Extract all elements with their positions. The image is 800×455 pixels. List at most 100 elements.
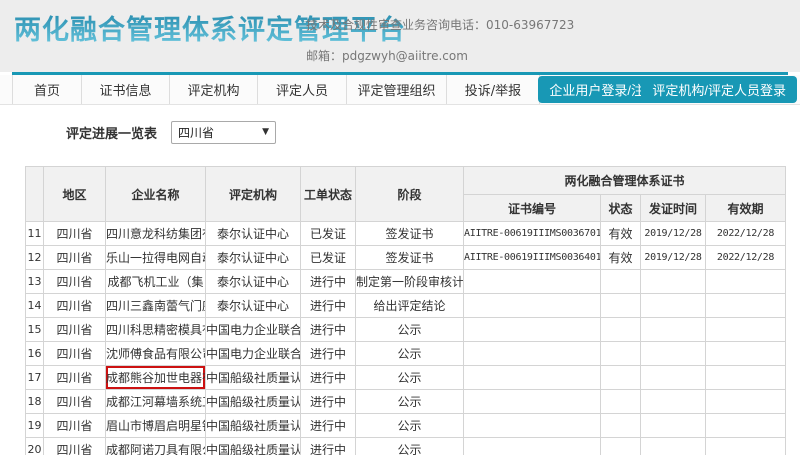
row-number: 15 xyxy=(26,318,44,342)
cert-no-cell xyxy=(464,414,601,438)
col-header-agency: 评定机构 xyxy=(206,167,301,222)
phase-cell: 制定第一阶段审核计 xyxy=(356,270,464,294)
col-header-issue-date: 发证时间 xyxy=(641,195,706,222)
order-status-cell: 进行中 xyxy=(301,366,356,390)
cert-status-cell: 有效 xyxy=(601,246,641,270)
phase-cell: 公示 xyxy=(356,414,464,438)
valid-until-cell xyxy=(706,438,786,455)
nav-item-2[interactable]: 评定机构 xyxy=(170,75,258,104)
phase-cell: 公示 xyxy=(356,390,464,414)
phase-cell: 公示 xyxy=(356,366,464,390)
agency-cell: 中国船级社质量认证 xyxy=(206,438,301,455)
agency-cell: 中国电力企业联合会 xyxy=(206,342,301,366)
region-cell: 四川省 xyxy=(44,294,106,318)
filter-row: 评定进展一览表 四川省 ▼ xyxy=(66,119,800,145)
nav-item-4[interactable]: 评定管理组织 xyxy=(347,75,447,104)
company-cell: 成都江河幕墙系统工 xyxy=(106,390,206,414)
assessor-login-button[interactable]: 评定机构/评定人员登录 xyxy=(641,76,797,103)
region-cell: 四川省 xyxy=(44,414,106,438)
row-number-header xyxy=(26,167,44,222)
agency-cell: 中国电力企业联合会 xyxy=(206,318,301,342)
agency-cell: 泰尔认证中心 xyxy=(206,294,301,318)
order-status-cell: 进行中 xyxy=(301,342,356,366)
issue-date-cell xyxy=(641,318,706,342)
agency-cell: 中国船级社质量认证 xyxy=(206,366,301,390)
agency-cell: 泰尔认证中心 xyxy=(206,246,301,270)
province-select[interactable]: 四川省 ▼ xyxy=(171,121,276,144)
row-number: 11 xyxy=(26,222,44,246)
table-row: 13四川省成都飞机工业（集泰尔认证中心进行中制定第一阶段审核计 xyxy=(26,270,786,294)
phase-cell: 公示 xyxy=(356,342,464,366)
table-row: 12四川省乐山一拉得电网自动泰尔认证中心已发证签发证书AIITRE-00619I… xyxy=(26,246,786,270)
cert-group-header: 两化融合管理体系证书 xyxy=(464,167,786,195)
valid-until-cell xyxy=(706,342,786,366)
nav-item-1[interactable]: 证书信息 xyxy=(82,75,170,104)
cert-status-cell xyxy=(601,270,641,294)
issue-date-cell: 2019/12/28 xyxy=(641,222,706,246)
col-header-order-status: 工单状态 xyxy=(301,167,356,222)
col-header-valid-until: 有效期 xyxy=(706,195,786,222)
col-header-cert-no: 证书编号 xyxy=(464,195,601,222)
issue-date-cell: 2019/12/28 xyxy=(641,246,706,270)
row-number: 18 xyxy=(26,390,44,414)
cert-no-cell xyxy=(464,342,601,366)
company-cell: 四川三鑫南蕾气门座 xyxy=(106,294,206,318)
page-header: 两化融合管理体系评定管理平台 两化融合管理体系评定管理平台 技术及合规性审查业务… xyxy=(0,0,800,72)
phase-cell: 签发证书 xyxy=(356,246,464,270)
cert-status-cell xyxy=(601,438,641,455)
cert-status-cell xyxy=(601,414,641,438)
cert-no-cell xyxy=(464,270,601,294)
order-status-cell: 进行中 xyxy=(301,390,356,414)
cert-no-cell: AIITRE-00619IIIMS0036401 xyxy=(464,246,601,270)
valid-until-cell xyxy=(706,366,786,390)
region-cell: 四川省 xyxy=(44,342,106,366)
valid-until-cell xyxy=(706,318,786,342)
company-cell: 眉山市博眉启明星铝 xyxy=(106,414,206,438)
row-number: 13 xyxy=(26,270,44,294)
table-row: 17四川省成都熊谷加世电器有中国船级社质量认证进行中公示 xyxy=(26,366,786,390)
nav-item-5[interactable]: 投诉/举报 xyxy=(447,75,540,104)
issue-date-cell xyxy=(641,294,706,318)
agency-cell: 泰尔认证中心 xyxy=(206,222,301,246)
company-cell: 成都飞机工业（集 xyxy=(106,270,206,294)
region-cell: 四川省 xyxy=(44,318,106,342)
valid-until-cell: 2022/12/28 xyxy=(706,222,786,246)
nav-item-0[interactable]: 首页 xyxy=(12,75,82,104)
table-row: 14四川省四川三鑫南蕾气门座泰尔认证中心进行中给出评定结论 xyxy=(26,294,786,318)
phase-cell: 给出评定结论 xyxy=(356,294,464,318)
valid-until-cell xyxy=(706,270,786,294)
cert-status-cell xyxy=(601,390,641,414)
agency-cell: 中国船级社质量认证 xyxy=(206,390,301,414)
issue-date-cell xyxy=(641,342,706,366)
table-row: 15四川省四川科思精密模具有中国电力企业联合会进行中公示 xyxy=(26,318,786,342)
cert-status-cell: 有效 xyxy=(601,222,641,246)
cert-no-cell xyxy=(464,366,601,390)
assessment-progress-table: 地区 企业名称 评定机构 工单状态 阶段 两化融合管理体系证书 证书编号 状态 … xyxy=(25,166,786,455)
nav-item-3[interactable]: 评定人员 xyxy=(258,75,347,104)
contact-info: 技术及合规性审查业务咨询电话：010-63967723 邮箱：pdgzwyh@a… xyxy=(306,16,574,78)
row-number: 14 xyxy=(26,294,44,318)
table-row: 11四川省四川意龙科纺集团有泰尔认证中心已发证签发证书AIITRE-00619I… xyxy=(26,222,786,246)
cert-no-cell xyxy=(464,318,601,342)
company-cell: 四川科思精密模具有 xyxy=(106,318,206,342)
region-cell: 四川省 xyxy=(44,222,106,246)
order-status-cell: 进行中 xyxy=(301,438,356,455)
cert-no-cell xyxy=(464,294,601,318)
order-status-cell: 已发证 xyxy=(301,246,356,270)
row-number: 20 xyxy=(26,438,44,455)
contact-email: 邮箱：pdgzwyh@aiitre.com xyxy=(306,47,574,64)
valid-until-cell: 2022/12/28 xyxy=(706,246,786,270)
row-number: 16 xyxy=(26,342,44,366)
region-cell: 四川省 xyxy=(44,366,106,390)
row-number: 17 xyxy=(26,366,44,390)
col-header-cert-status: 状态 xyxy=(601,195,641,222)
order-status-cell: 进行中 xyxy=(301,318,356,342)
table-body: 11四川省四川意龙科纺集团有泰尔认证中心已发证签发证书AIITRE-00619I… xyxy=(26,222,786,455)
cert-no-cell: AIITRE-00619IIIMS0036701 xyxy=(464,222,601,246)
company-cell: 沈师傅食品有限公司 xyxy=(106,342,206,366)
phase-cell: 公示 xyxy=(356,318,464,342)
cert-status-cell xyxy=(601,318,641,342)
valid-until-cell xyxy=(706,294,786,318)
col-header-region: 地区 xyxy=(44,167,106,222)
agency-cell: 中国船级社质量认证 xyxy=(206,414,301,438)
